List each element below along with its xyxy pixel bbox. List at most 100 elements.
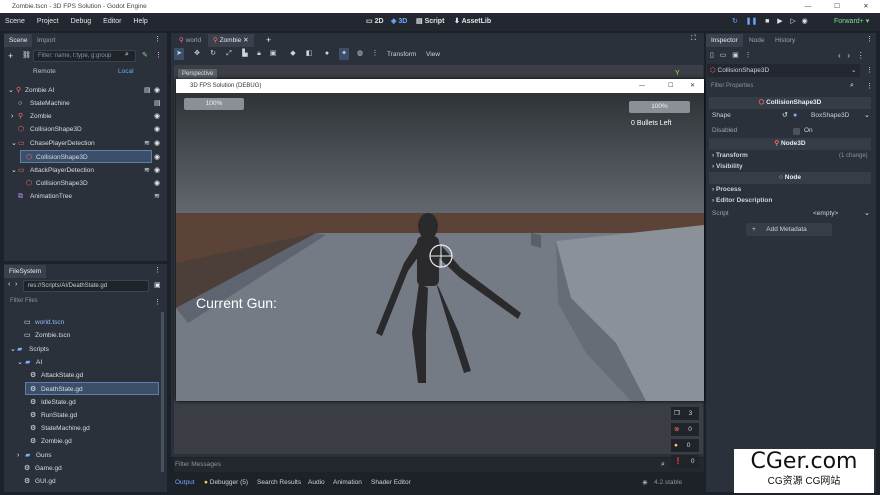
file-item[interactable]: ⚙ StateMachine.gd xyxy=(4,422,164,435)
script-value[interactable]: <empty> xyxy=(813,208,838,220)
minimize-icon[interactable]: — xyxy=(794,0,822,13)
history-menu-icon[interactable]: ⋮ xyxy=(857,51,865,60)
ruler-icon[interactable]: ▙ xyxy=(240,48,250,60)
file-item[interactable]: ▭ world.tscn xyxy=(4,316,164,329)
dock-menu-icon[interactable]: ⋮ xyxy=(866,35,873,43)
local-toggle[interactable]: Local xyxy=(118,68,134,75)
disabled-checkbox[interactable] xyxy=(793,128,800,135)
filter-menu-icon[interactable]: ⋮ xyxy=(866,82,873,90)
local-space-icon[interactable]: ✦ xyxy=(339,48,349,60)
game-maximize-icon[interactable]: ☐ xyxy=(668,79,673,93)
filter-messages-input[interactable]: Filter Messages xyxy=(175,461,221,468)
object-menu-icon[interactable]: ⋮ xyxy=(866,66,873,74)
add-node-icon[interactable]: + xyxy=(8,51,13,61)
tree-node-collisionshape3d-selected[interactable]: ⬡ CollisionShape3D xyxy=(20,150,152,163)
camera-icon[interactable]: ◧ xyxy=(304,48,314,60)
tab-world[interactable]: ⚲ world xyxy=(174,34,206,47)
menu-editor[interactable]: Editor xyxy=(98,13,126,31)
renderer-select[interactable]: Forward+ ▾ xyxy=(834,17,869,25)
remote-toggle[interactable]: Remote xyxy=(33,68,56,75)
file-item[interactable]: ⚙ GUI.gd xyxy=(4,475,164,488)
tab-history[interactable]: History xyxy=(770,34,800,47)
play-custom-icon[interactable]: ▷ xyxy=(790,18,795,25)
script-icon[interactable]: ▤ xyxy=(154,97,161,110)
back-arrow-icon[interactable]: ‹ xyxy=(8,281,10,288)
inspector-node-path[interactable]: ⬡ CollisionShape3D ⌄ xyxy=(707,64,860,77)
menu-help[interactable]: Help xyxy=(128,13,152,31)
visibility-eye-icon[interactable]: ◉ xyxy=(154,153,160,161)
file-item[interactable]: ⚙ RunState.gd xyxy=(4,409,164,422)
visibility-eye-icon[interactable]: ◉ xyxy=(154,84,160,97)
select-mode-icon[interactable]: ➤ xyxy=(174,48,184,60)
tab-scene[interactable]: Scene xyxy=(4,34,33,47)
copy-icon[interactable]: ❐ xyxy=(671,410,680,417)
tab-import[interactable]: Import xyxy=(32,34,60,47)
collapse-arrow-icon[interactable]: ⌄ xyxy=(8,84,14,97)
2d-workspace-button[interactable]: ▭ 2D xyxy=(366,13,384,31)
script-icon[interactable]: ▤ xyxy=(144,84,151,97)
file-item[interactable]: ▭ Zombie.tscn xyxy=(4,329,164,342)
warning-icon[interactable]: ● xyxy=(671,442,678,449)
file-item[interactable]: ⚙ AttackState.gd xyxy=(4,369,164,382)
chevron-down-icon[interactable]: ⌄ xyxy=(851,64,856,77)
tab-search-results[interactable]: Search Results xyxy=(257,477,301,489)
game-minimize-icon[interactable]: — xyxy=(639,79,645,93)
folder-item[interactable]: ⌄ ▰ AI xyxy=(4,356,164,369)
tree-node-zombie-ai[interactable]: ⌄ ⚲ Zombie AI ▤ ◉ xyxy=(4,84,164,97)
resource-menu-icon[interactable]: ⋮ xyxy=(745,52,752,59)
bone-icon[interactable]: ◆ xyxy=(288,48,298,60)
transform-menu[interactable]: Transform xyxy=(387,51,416,58)
tab-zombie[interactable]: ⚲ Zombie ✕ xyxy=(208,34,254,47)
collapse-arrow-icon[interactable]: ⌄ xyxy=(10,343,16,356)
file-item-selected[interactable]: ⚙ DeathState.gd xyxy=(25,382,159,395)
collapse-arrow-icon[interactable]: ⌄ xyxy=(17,356,23,369)
close-icon[interactable]: ✕ xyxy=(852,0,880,13)
tree-node-zombie[interactable]: › ⚲ Zombie ◉ xyxy=(4,110,164,123)
signal-icon[interactable]: ≋ xyxy=(154,190,160,203)
gizmo-y-axis-icon[interactable]: Y xyxy=(675,70,680,77)
file-item[interactable]: ⚙ Game.gd xyxy=(4,462,164,475)
history-back-icon[interactable]: ‹ xyxy=(838,51,841,60)
tab-shader-editor[interactable]: Shader Editor xyxy=(371,477,411,489)
filesystem-path-input[interactable]: res://Scripts/AI/DeathState.gd xyxy=(23,280,149,292)
remote-debug-icon[interactable]: ↻ xyxy=(732,18,738,25)
split-mode-icon[interactable]: ▣ xyxy=(154,281,161,289)
tab-audio[interactable]: Audio xyxy=(308,477,325,489)
info-icon[interactable]: ❗ xyxy=(671,458,682,465)
perspective-label[interactable]: Perspective xyxy=(178,69,218,79)
chevron-down-icon[interactable]: ⌄ xyxy=(864,110,870,122)
sort-icon[interactable]: ⋮ xyxy=(154,298,161,306)
new-resource-icon[interactable]: ▯ xyxy=(710,52,714,59)
history-forward-icon[interactable]: › xyxy=(847,51,850,60)
group-icon[interactable]: ▣ xyxy=(268,48,278,60)
chevron-down-icon[interactable]: ⌄ xyxy=(864,208,870,220)
menu-project[interactable]: Project xyxy=(32,13,64,31)
game-view[interactable] xyxy=(176,93,704,401)
tree-node-collisionshape3d-2[interactable]: ⬡ CollisionShape3D ◉ xyxy=(4,177,164,190)
tree-node-collisionshape3d[interactable]: ⬡ CollisionShape3D ◉ xyxy=(4,123,164,136)
maximize-icon[interactable]: ☐ xyxy=(823,0,851,13)
file-item[interactable]: ⚙ IdleState.gd xyxy=(4,396,164,409)
3d-workspace-button[interactable]: ◈ 3D xyxy=(391,13,407,31)
options-menu-icon[interactable]: ⋮ xyxy=(370,48,380,60)
collapse-arrow-icon[interactable]: ⌄ xyxy=(11,164,17,177)
close-tab-icon[interactable]: ✕ xyxy=(243,37,248,44)
tab-debugger[interactable]: ● Debugger (5) xyxy=(204,477,248,489)
tree-node-animationtree[interactable]: ⧉ AnimationTree ≋ xyxy=(4,190,164,203)
menu-scene[interactable]: Scene xyxy=(0,13,30,31)
stop-icon[interactable]: ■ xyxy=(765,18,769,25)
folder-item[interactable]: ⌄ ▰ Scripts xyxy=(4,343,164,356)
attach-script-icon[interactable]: ✎ xyxy=(142,51,148,59)
tree-node-statemachine[interactable]: ○ StateMachine ▤ xyxy=(4,97,164,110)
add-metadata-button[interactable]: + Add Metadata xyxy=(746,223,832,236)
file-item[interactable]: ⚙ Zombie.gd xyxy=(4,435,164,448)
folder-item[interactable]: › ▰ Guns xyxy=(4,449,164,462)
forward-arrow-icon[interactable]: › xyxy=(15,281,17,288)
new-tab-icon[interactable]: + xyxy=(266,35,271,45)
visibility-eye-icon[interactable]: ◉ xyxy=(154,110,160,123)
script-workspace-button[interactable]: ▤ Script xyxy=(416,13,444,31)
collapse-arrow-icon[interactable]: ⌄ xyxy=(11,137,17,150)
editor-description-group[interactable]: › Editor Description xyxy=(709,195,871,207)
override-camera-icon[interactable]: ● xyxy=(322,48,332,60)
tab-filesystem[interactable]: FileSystem xyxy=(4,265,47,278)
